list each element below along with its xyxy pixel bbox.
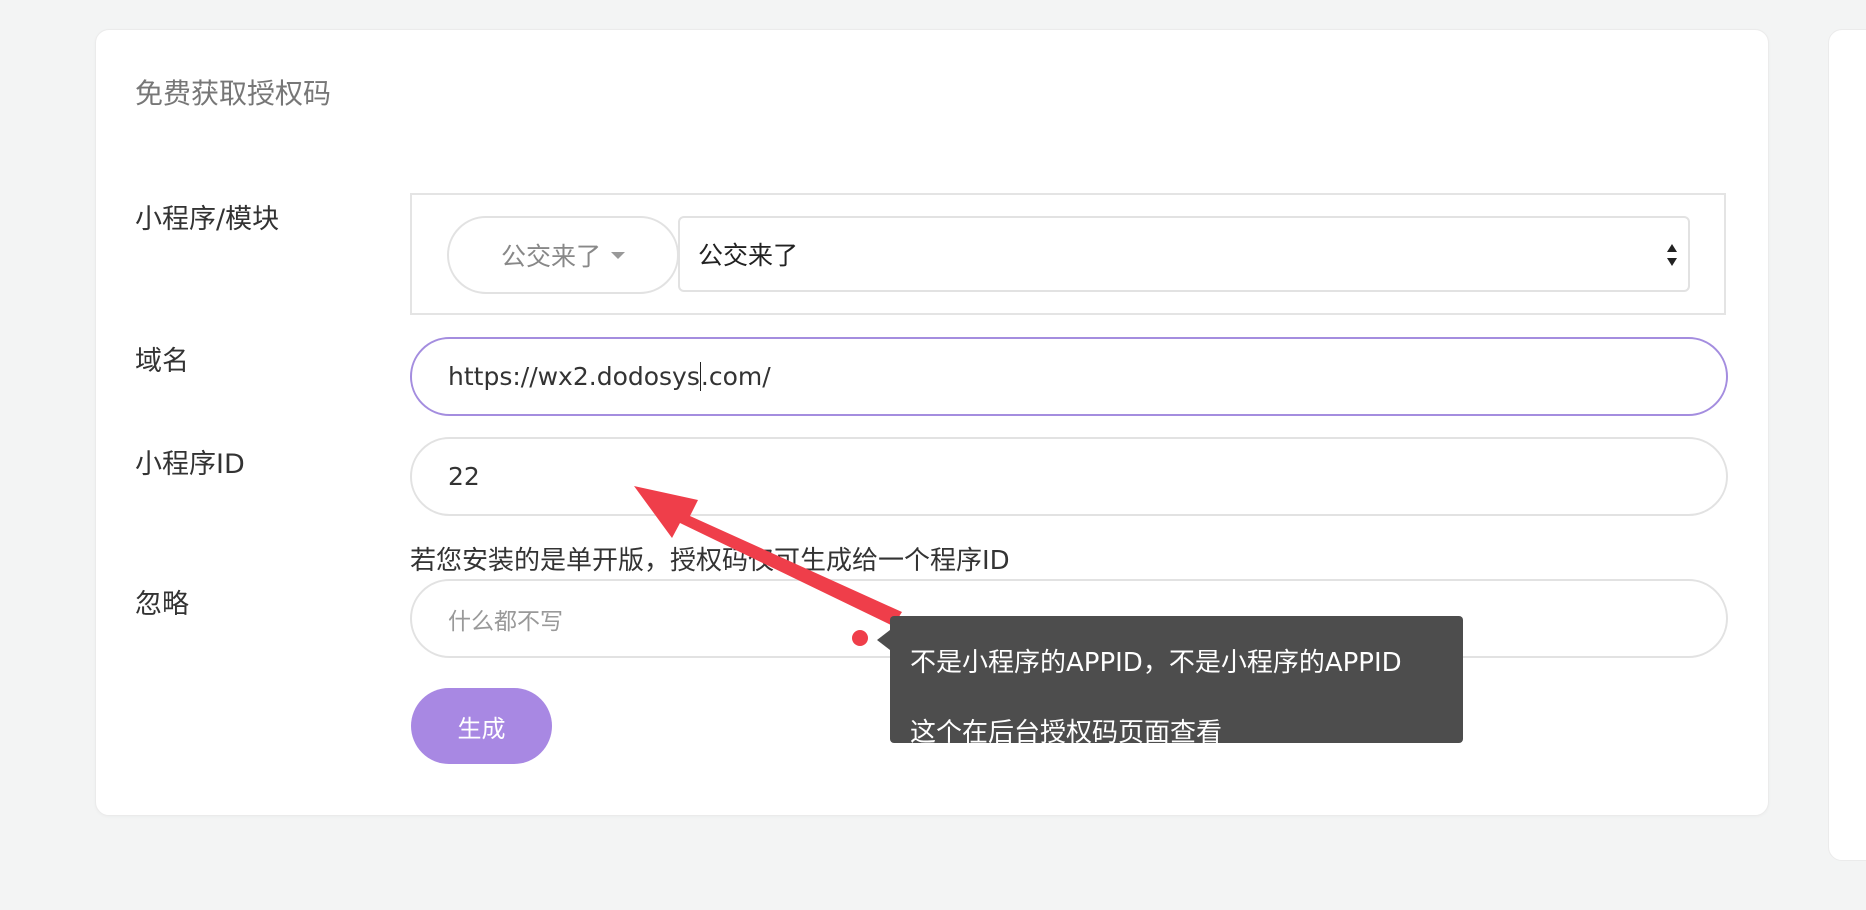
appid-label: 小程序ID — [135, 449, 245, 480]
domain-input[interactable]: https://wx2.dodosys .com/ — [410, 337, 1728, 416]
ignore-placeholder: 什么都不写 — [448, 608, 563, 635]
appid-help-text: 若您安装的是单开版，授权码仅可生成给一个程序ID — [410, 546, 1010, 576]
tooltip-line-1: 不是小程序的APPID，不是小程序的APPID — [910, 648, 1402, 678]
module-select[interactable]: 公交来了 — [678, 216, 1690, 292]
tooltip-pointer — [877, 630, 890, 650]
domain-value-part2: .com/ — [700, 362, 771, 391]
module-select-value: 公交来了 — [698, 241, 799, 270]
tooltip-line-2: 这个在后台授权码页面查看 — [910, 718, 1223, 748]
domain-label: 域名 — [135, 346, 189, 377]
module-label: 小程序/模块 — [135, 204, 280, 235]
generate-button[interactable]: 生成 — [411, 688, 552, 764]
ignore-label: 忽略 — [135, 589, 189, 620]
caret-down-icon — [611, 251, 625, 259]
appid-value: 22 — [448, 462, 480, 491]
select-arrows-icon — [1667, 244, 1677, 266]
appid-input[interactable]: 22 — [410, 437, 1728, 516]
appid-tooltip: 不是小程序的APPID，不是小程序的APPID 这个在后台授权码页面查看 — [890, 616, 1463, 748]
form-title: 免费获取授权码 — [135, 77, 332, 110]
domain-value-part1: https://wx2.dodosys — [448, 362, 700, 391]
module-pill-label: 公交来了 — [500, 242, 601, 271]
annotation-hotspot — [852, 630, 868, 646]
side-panel — [1828, 29, 1866, 861]
module-dropdown-button[interactable]: 公交来了 — [447, 216, 679, 294]
